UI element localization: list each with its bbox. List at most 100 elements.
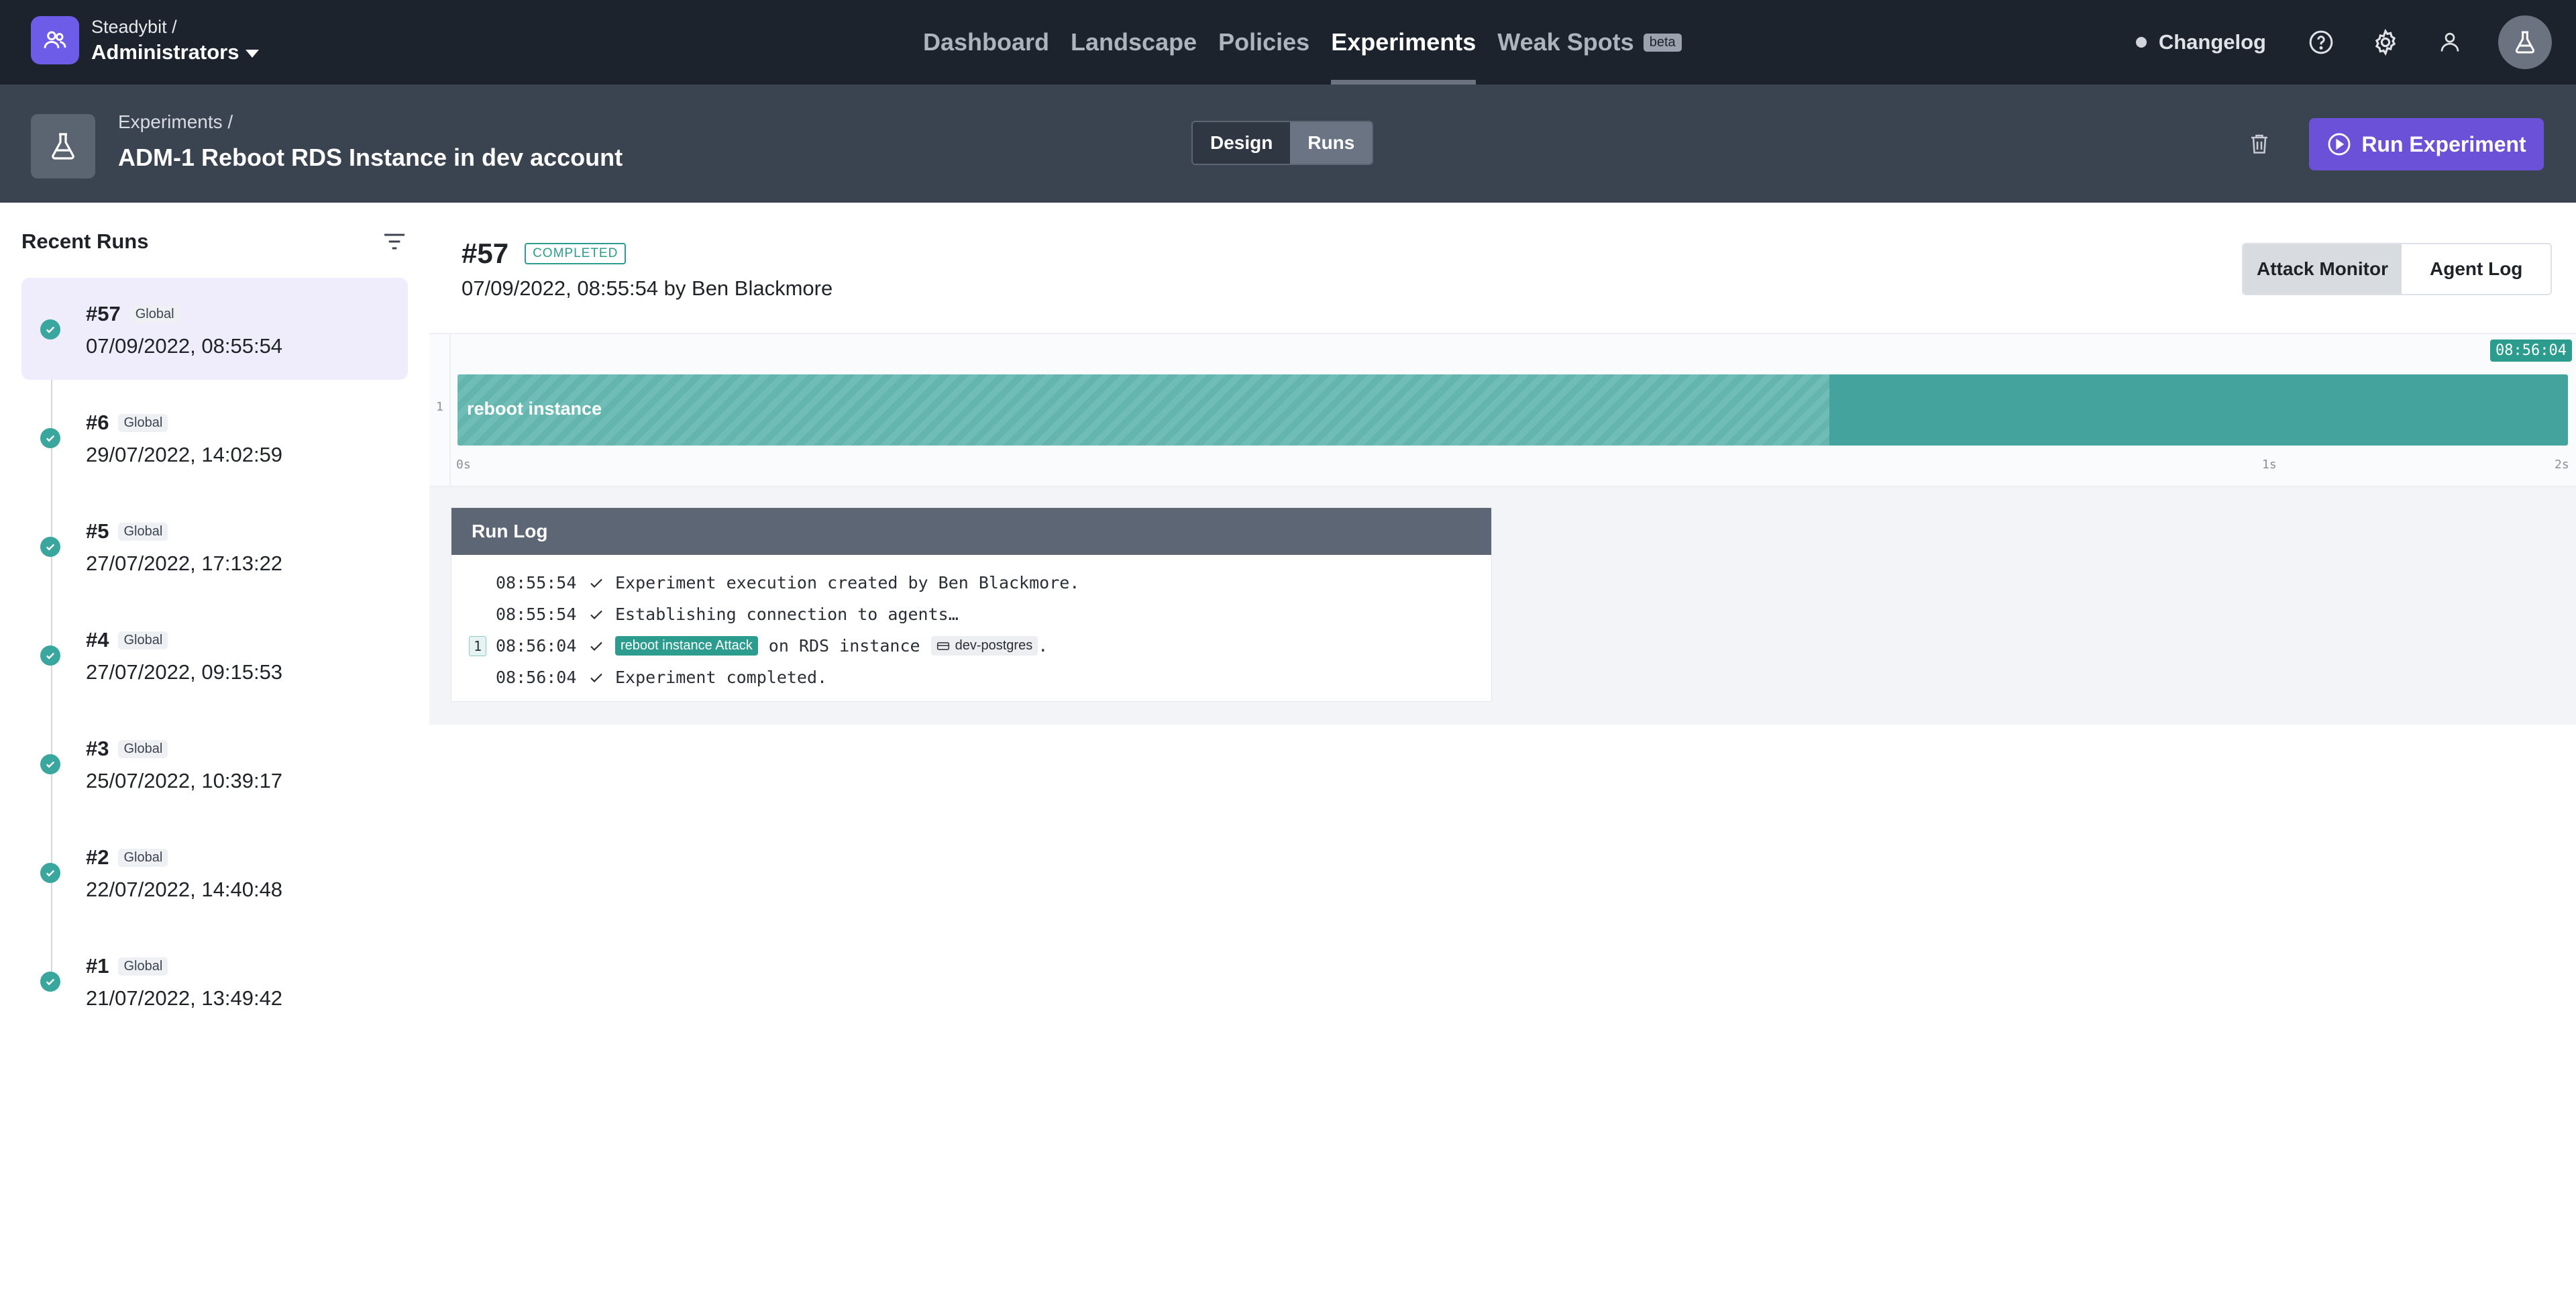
run-number-label: #2 [86,845,109,869]
experiment-header: Experiments / ADM-1 Reboot RDS Instance … [0,85,2576,203]
run-number-label: #6 [86,411,109,434]
check-circle-icon [40,428,60,448]
nav-dashboard[interactable]: Dashboard [912,0,1060,85]
check-circle-icon [40,863,60,883]
tab-agent-log[interactable]: Agent Log [2402,244,2551,294]
run-list-item[interactable]: #6 Global 29/07/2022, 14:02:59 [21,386,408,488]
log-time: 08:55:54 [496,605,577,624]
run-list-item[interactable]: #3 Global 25/07/2022, 10:39:17 [21,713,408,815]
log-line: 08:55:54 Experiment execution created by… [451,567,1491,599]
target-tag[interactable]: dev-postgres [930,636,1038,656]
log-suffix: . [1038,636,1049,656]
changelog-link[interactable]: Changelog [2135,30,2266,54]
breadcrumb[interactable]: Experiments / [118,111,233,133]
global-badge: Global [118,739,168,758]
run-date: 22/07/2022, 14:40:48 [86,878,283,901]
team-name[interactable]: Administrators [91,39,260,66]
run-number-label: #5 [86,519,109,543]
global-badge: Global [118,957,168,976]
run-date: 29/07/2022, 14:02:59 [86,443,283,466]
attack-timeline: 08:56:04 1 reboot instance 0s 1s 2s [429,333,2576,487]
check-icon [588,607,615,623]
step-progress-striped [458,374,1829,446]
settings-gear-icon[interactable] [2369,26,2402,58]
run-date: 21/07/2022, 13:49:42 [86,986,283,1010]
run-number: #57 Global [86,302,180,326]
tab-runs[interactable]: Runs [1290,122,1373,164]
nav-experiments[interactable]: Experiments [1320,0,1487,85]
log-time: 08:55:54 [496,573,577,592]
run-date: 07/09/2022, 08:55:54 [86,334,283,358]
run-details: #57 COMPLETED 07/09/2022, 08:55:54 by Be… [429,203,2576,1299]
flask-icon[interactable] [2498,15,2552,69]
nav-policies-label: Policies [1218,28,1310,56]
team-icon[interactable] [31,16,79,64]
run-list-item[interactable]: #2 Global 22/07/2022, 14:40:48 [21,821,408,923]
team-prefix: Steadybit / [91,17,177,37]
target-name: dev-postgres [955,638,1033,653]
run-date: 27/07/2022, 09:15:53 [86,660,283,684]
log-text: on RDS instance [768,636,920,656]
design-runs-toggle: Design Runs [1191,121,1374,165]
run-log-area: Run Log 08:55:54 Experiment execution cr… [429,487,2576,725]
sidebar-title: Recent Runs [21,229,149,253]
tab-design[interactable]: Design [1193,122,1291,164]
lane-tag: 1 [468,635,486,656]
log-line: 08:55:54 Establishing connection to agen… [451,599,1491,630]
nav-weak-spots[interactable]: Weak Spots beta [1487,0,1692,85]
help-icon[interactable] [2305,26,2337,58]
main-nav: Dashboard Landscape Policies Experiments… [912,0,1693,85]
user-icon[interactable] [2434,26,2466,58]
global-badge: Global [118,522,168,541]
check-circle-icon [40,645,60,666]
run-number: #4 Global [86,628,168,652]
run-number: #3 Global [86,737,168,761]
run-date: 25/07/2022, 10:39:17 [86,769,283,792]
database-icon [936,641,949,650]
run-experiment-button[interactable]: Run Experiment [2309,118,2544,170]
run-list-item[interactable]: #1 Global 21/07/2022, 13:49:42 [21,930,408,1032]
recent-runs-sidebar: Recent Runs #57 Global 07/09/2022, 08:55:5… [0,203,429,1299]
check-circle-icon [40,972,60,992]
trash-icon[interactable] [2245,126,2274,161]
tab-attack-monitor[interactable]: Attack Monitor [2243,244,2402,294]
flask-icon [31,114,95,178]
page-title: ADM-1 Reboot RDS Instance in dev account [118,144,623,171]
filter-icon[interactable] [381,229,408,254]
nav-policies[interactable]: Policies [1208,0,1320,85]
check-circle-icon [40,537,60,557]
run-number: #57 [462,238,509,269]
log-line: 1 08:56:04 reboot instance Attack on RDS… [451,630,1491,662]
play-circle-icon [2328,133,2351,156]
attack-tag[interactable]: reboot instance Attack [615,636,758,656]
run-list-item[interactable]: #4 Global 27/07/2022, 09:15:53 [21,604,408,706]
run-number: #6 Global [86,411,168,435]
log-line: 08:56:04 Experiment completed. [451,662,1491,693]
nav-weak-spots-label: Weak Spots [1497,28,1634,56]
team-name-label: Administrators [91,40,239,64]
log-lane: 1 [451,635,496,656]
log-time: 08:56:04 [496,636,577,656]
run-log-title: Run Log [451,508,1491,555]
run-meta: 07/09/2022, 08:55:54 by Ben Blackmore [462,276,833,300]
run-list-item[interactable]: #57 Global 07/09/2022, 08:55:54 [21,278,408,380]
beta-badge: beta [1643,33,1682,52]
run-experiment-label: Run Experiment [2361,132,2526,156]
run-list-item[interactable]: #5 Global 27/07/2022, 17:13:22 [21,495,408,597]
tick-label: 2s [2555,458,2569,472]
run-log-panel: Run Log 08:55:54 Experiment execution cr… [451,507,1492,702]
step-bar[interactable]: reboot instance [458,374,2568,446]
dot-icon [2135,37,2147,48]
run-number-label: #3 [86,737,109,760]
check-icon [588,575,615,591]
tick-label: 0s [456,458,471,472]
log-text: Experiment execution created by Ben Blac… [615,573,1080,592]
check-circle-icon [40,754,60,774]
global-badge: Global [118,631,168,650]
current-time-badge: 08:56:04 [2490,340,2572,362]
nav-landscape[interactable]: Landscape [1060,0,1208,85]
team-switcher[interactable]: Steadybit / Administrators [91,15,260,66]
run-log-body: 08:55:54 Experiment execution created by… [451,555,1491,693]
check-circle-icon [40,319,60,340]
view-toggle: Attack Monitor Agent Log [2242,243,2553,295]
